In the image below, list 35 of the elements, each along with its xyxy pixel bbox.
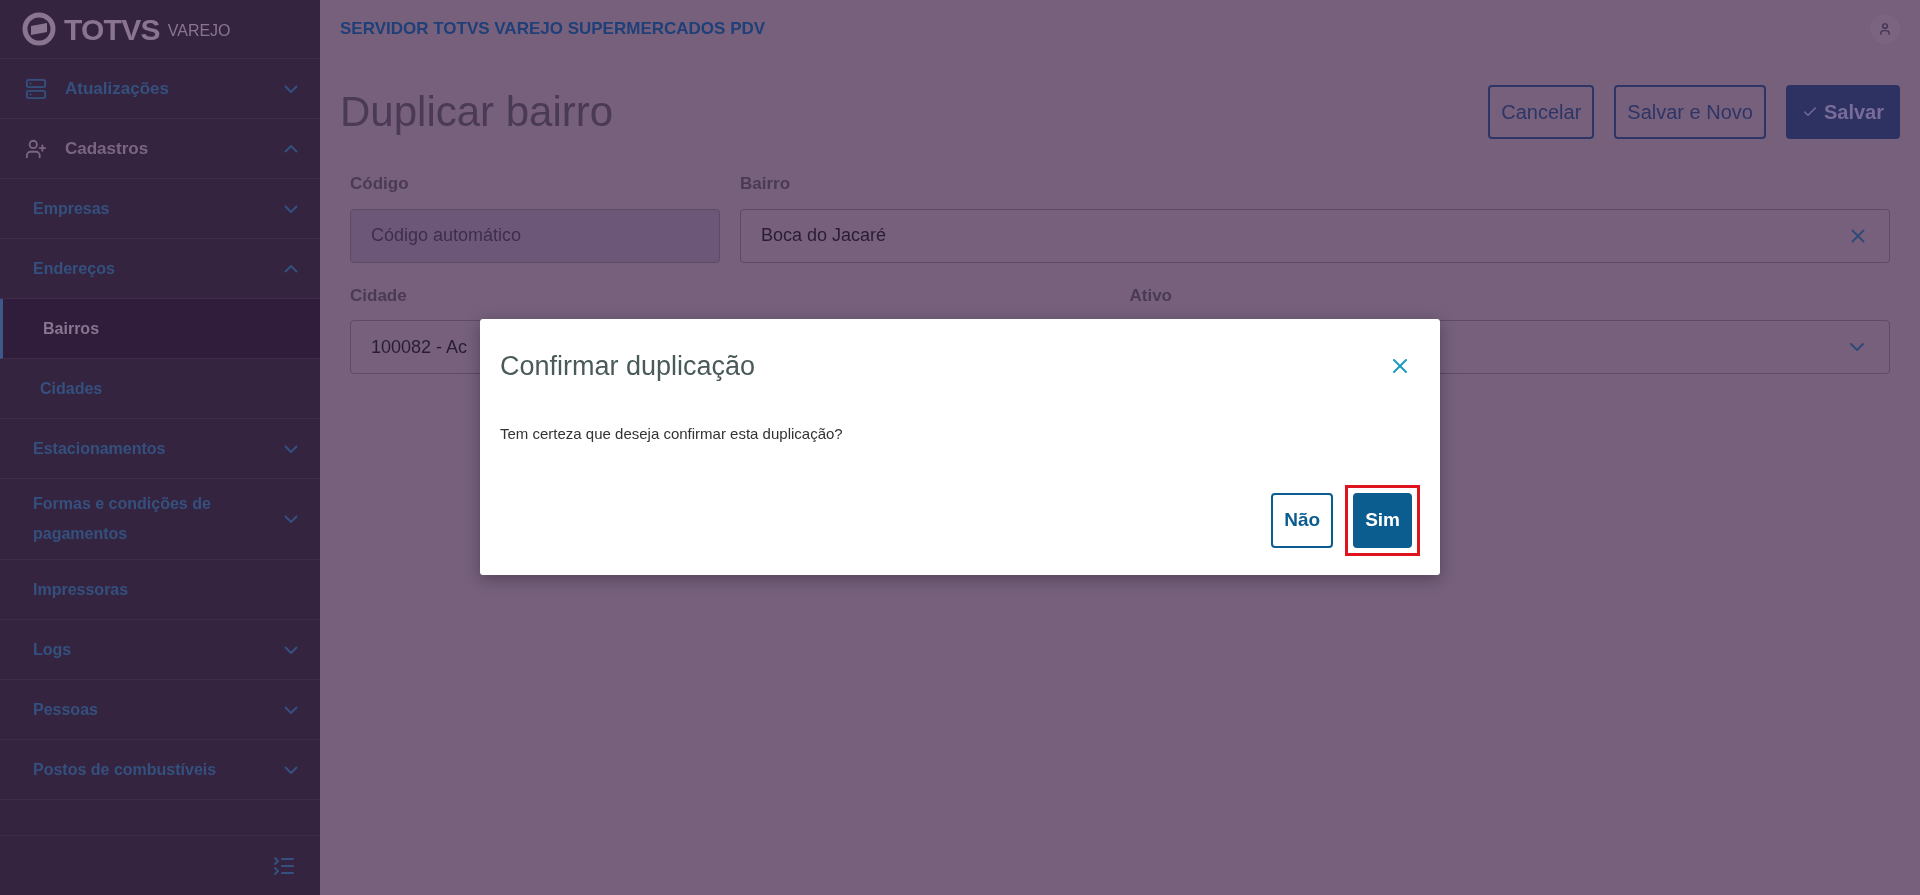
sidebar-item[interactable]: Postos de combustíveis bbox=[0, 740, 320, 800]
dialog-message: Tem certeza que deseja confirmar esta duplicação? bbox=[500, 423, 844, 444]
chevron-down-icon bbox=[284, 645, 298, 654]
action-button[interactable]: Salvar e Novo bbox=[1614, 84, 1766, 139]
chevron-down-icon bbox=[284, 705, 298, 714]
logo-product: VAREJO bbox=[167, 21, 231, 41]
sidebar-item[interactable]: Cadastros bbox=[0, 119, 320, 179]
save-button[interactable]: Salvar bbox=[1785, 84, 1900, 139]
sidebar-item[interactable]: Empresas bbox=[0, 179, 320, 239]
chevron-up-icon bbox=[284, 144, 298, 153]
action-button[interactable]: Cancelar bbox=[1488, 84, 1595, 139]
chevron-up-icon bbox=[284, 264, 298, 273]
chevron-down-icon bbox=[284, 444, 298, 453]
sidebar-item[interactable]: Cidades bbox=[0, 359, 320, 419]
chevron-down-icon bbox=[284, 515, 298, 523]
chevron-down-icon bbox=[284, 765, 298, 774]
server-icon bbox=[25, 77, 47, 100]
logo-brand: TOTVS bbox=[64, 11, 160, 48]
yes-button[interactable]: Sim bbox=[1353, 493, 1412, 548]
sidebar-item[interactable]: Atualizações bbox=[0, 59, 320, 119]
logo-icon bbox=[22, 12, 56, 46]
dialog-title: Confirmar duplicação bbox=[500, 350, 756, 383]
sidebar-item[interactable]: Formas e condições de pagamentos bbox=[0, 479, 320, 560]
chevron-down-icon bbox=[284, 84, 298, 93]
sidebar-item[interactable]: Logs bbox=[0, 620, 320, 680]
sidebar-item[interactable]: Impressoras bbox=[0, 560, 320, 620]
header-title: SERVIDOR TOTVS VAREJO SUPERMERCADOS PDV bbox=[340, 18, 766, 41]
chevron-down-icon bbox=[284, 204, 298, 213]
sidebar-item[interactable]: Pessoas bbox=[0, 680, 320, 740]
user-avatar[interactable] bbox=[1870, 14, 1900, 44]
no-button[interactable]: Não bbox=[1271, 493, 1334, 548]
sidebar-item[interactable]: Bairros bbox=[0, 299, 320, 359]
input-field[interactable]: Boca do Jacaré bbox=[740, 208, 1890, 263]
add-user-icon bbox=[25, 137, 47, 160]
sidebar-item[interactable]: Estacionamentos bbox=[0, 419, 320, 479]
